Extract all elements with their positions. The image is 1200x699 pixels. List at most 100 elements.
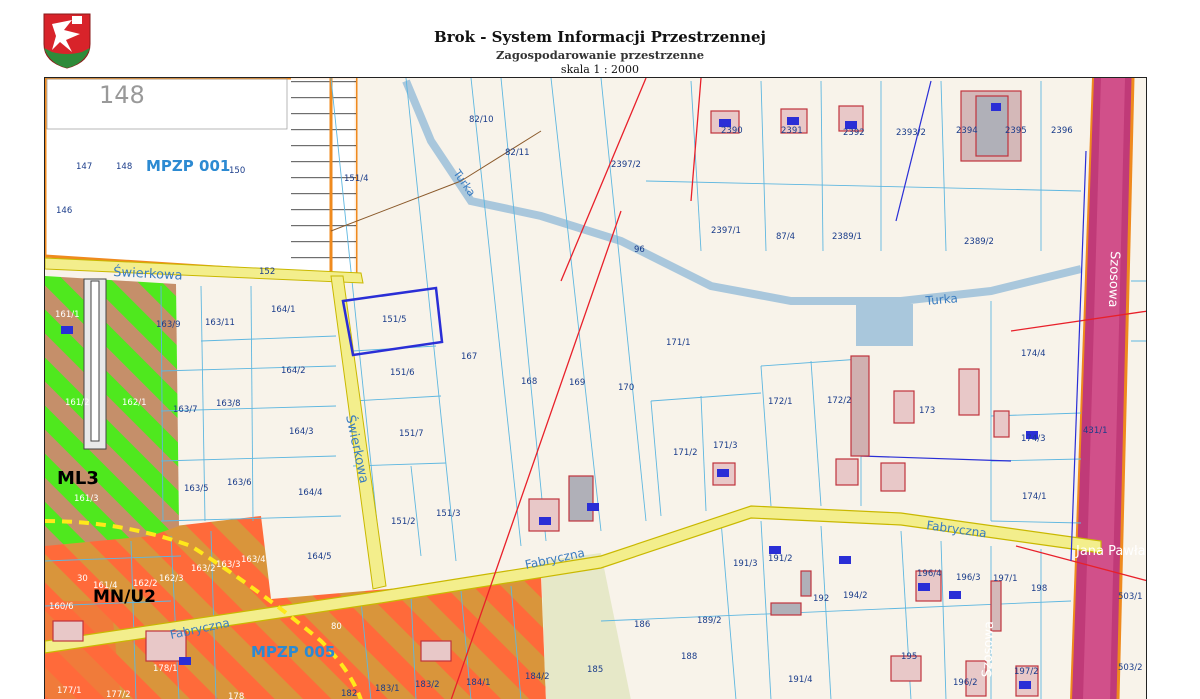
parcel-label: 163/8 <box>216 399 241 409</box>
parcel-label: 163/7 <box>173 405 198 415</box>
parcel-label: 2391 <box>781 126 803 136</box>
parcel-label: 161/2 <box>65 398 90 408</box>
parcel-label: 2390 <box>721 126 743 136</box>
parcel-label: 172/1 <box>768 397 793 407</box>
parcel-label: 161/4 <box>93 581 118 591</box>
map-canvas[interactable]: MPZP 001 MPZP 005 ML3 MN/U2 Świerkowa Św… <box>44 77 1147 699</box>
parcel-label: 195 <box>901 652 917 662</box>
parcel-label: 171/3 <box>713 441 738 451</box>
label-mpzp-001: MPZP 001 <box>146 157 230 175</box>
parcel-label: 163/5 <box>184 484 209 494</box>
parcel-label: 174/3 <box>1021 434 1046 444</box>
parcel-label: 147 <box>76 162 92 172</box>
parcel-label: 183/1 <box>375 684 400 694</box>
parcel-label: 189/2 <box>697 616 722 626</box>
parcel-label: 191/3 <box>733 559 758 569</box>
parcel-label: 178 <box>228 692 244 699</box>
parcel-label: 2393/2 <box>896 128 926 138</box>
parcel-label: 96 <box>634 245 645 255</box>
parcel-label: 162/2 <box>133 579 158 589</box>
parcel-label: 163/4 <box>241 555 266 565</box>
parcel-label: 194/2 <box>843 591 868 601</box>
parcel-label: 178/1 <box>153 664 178 674</box>
street-jana-pawla: Jana Pawła <box>1075 544 1146 559</box>
parcel-label: 184/1 <box>466 678 491 688</box>
parcel-label: 169 <box>569 378 585 388</box>
parcel-label: 197/2 <box>1014 667 1039 677</box>
parcel-label: 161/3 <box>74 494 99 504</box>
parcel-label: 163/9 <box>156 320 181 330</box>
parcel-label: 164/2 <box>281 366 306 376</box>
label-ml3: ML3 <box>57 468 99 489</box>
parcel-label: 164/5 <box>307 552 332 562</box>
parcel-label: 183/2 <box>415 680 440 690</box>
parcel-label: 431/1 <box>1083 426 1108 436</box>
parcel-label: 160/6 <box>49 602 74 612</box>
parcel-label: 82/10 <box>469 115 494 125</box>
parcel-label: 184/2 <box>525 672 550 682</box>
parcel-label: 151/2 <box>391 517 416 527</box>
parcel-label: 173 <box>919 406 935 416</box>
parcel-label: 177/2 <box>106 690 131 699</box>
parcel-label: 161/1 <box>55 310 80 320</box>
parcel-label: 197/1 <box>993 574 1018 584</box>
parcel-label: 2389/1 <box>832 232 862 242</box>
parcel-label: 191/4 <box>788 675 813 685</box>
parcel-label: 2395 <box>1005 126 1027 136</box>
parcel-label: 171/1 <box>666 338 691 348</box>
parcel-label: 168 <box>521 377 537 387</box>
parcel-label: 87/4 <box>776 232 795 242</box>
parcel-label: 82/11 <box>505 148 530 158</box>
parcel-label: 174/4 <box>1021 349 1046 359</box>
parcel-label: 164/1 <box>271 305 296 315</box>
parcel-label: 163/11 <box>205 318 235 328</box>
parcel-label: 186 <box>634 620 650 630</box>
parcel-label: 174/1 <box>1022 492 1047 502</box>
label-mpzp-005: MPZP 005 <box>251 643 335 661</box>
parcel-label: 150 <box>229 166 245 176</box>
parcel-label: 170 <box>618 383 634 393</box>
parcel-label: 164/3 <box>289 427 314 437</box>
parcel-label: 185 <box>587 665 603 675</box>
parcel-label: 196/4 <box>917 569 942 579</box>
page-title: Brok - System Informacji Przestrzennej <box>434 28 766 46</box>
parcel-label: 2397/1 <box>711 226 741 236</box>
parcel-label: 146 <box>56 206 72 216</box>
parcel-label: 188 <box>681 652 697 662</box>
parcel-label: 196/2 <box>953 678 978 688</box>
parcel-label: 151/7 <box>399 429 424 439</box>
parcel-label: 196/3 <box>956 573 981 583</box>
parcel-label: 151/5 <box>382 315 407 325</box>
parcel-label: 162/1 <box>122 398 147 408</box>
zone-mpzp-001 <box>45 78 358 278</box>
parcel-label: 163/3 <box>216 560 241 570</box>
parcel-label: 148 <box>116 162 132 172</box>
parcel-label: 151/6 <box>390 368 415 378</box>
street-turka-2: Turka <box>924 291 958 308</box>
parcel-label: 164/4 <box>298 488 323 498</box>
parcel-label: 177/1 <box>57 686 82 696</box>
parcel-label: 80 <box>331 622 342 632</box>
parcel-label: 167 <box>461 352 477 362</box>
parcel-label: 198 <box>1031 584 1047 594</box>
parcel-label: 163/6 <box>227 478 252 488</box>
street-szosowa-1: Szosowa <box>1105 251 1122 308</box>
parcel-label: 163/2 <box>191 564 216 574</box>
old-parcel-148: 148 <box>99 81 145 109</box>
parcel-label: 182 <box>341 689 357 699</box>
parcel-label: 503/2 <box>1118 663 1143 673</box>
parcel-label: 2389/2 <box>964 237 994 247</box>
parcel-label: 2394 <box>956 126 978 136</box>
parcel-label: 162/3 <box>159 574 184 584</box>
parcel-label: 2392 <box>843 128 865 138</box>
parcel-label: 503/1 <box>1118 592 1143 602</box>
parcel-label: 30 <box>77 574 88 584</box>
parcel-label: 191/2 <box>768 554 793 564</box>
map-scale-label: skala 1 : 2000 <box>560 63 640 76</box>
parcel-label: 151/4 <box>344 174 369 184</box>
street-szosowa-2: Szosowa <box>980 621 997 678</box>
parcel-label: 151/3 <box>436 509 461 519</box>
parcel-label: 171/2 <box>673 448 698 458</box>
parcel-label: 172/2 <box>827 396 852 406</box>
parcel-label: 2396 <box>1051 126 1073 136</box>
